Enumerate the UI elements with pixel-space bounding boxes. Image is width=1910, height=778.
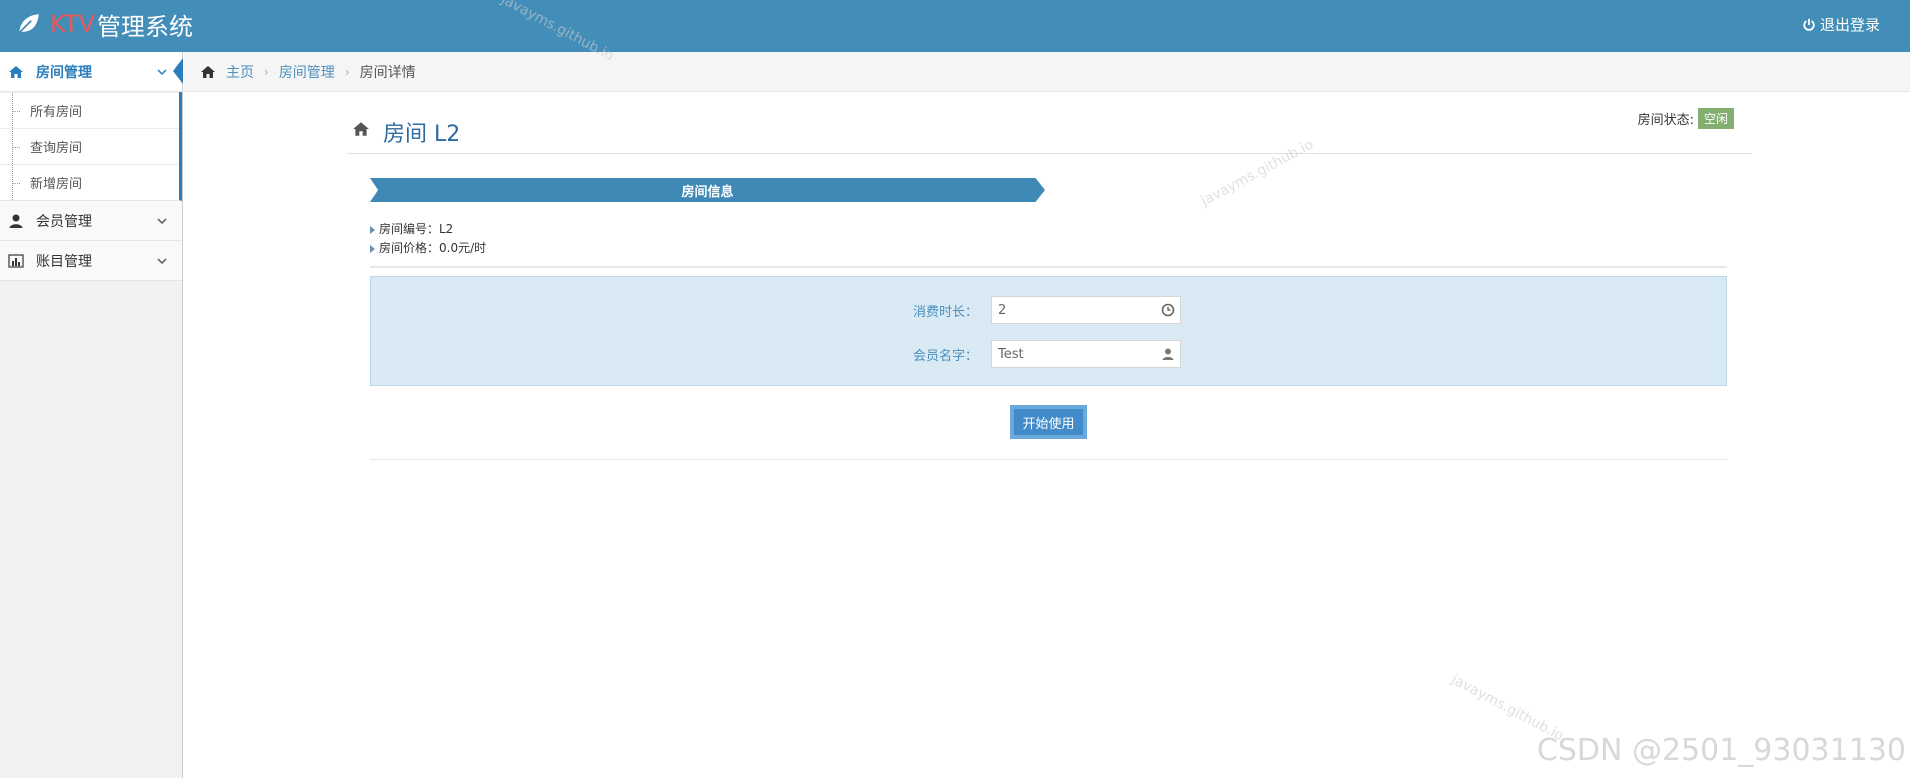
- sidebar: 房间管理 所有房间 查询房间 新增房间 会员管理 账目管理: [0, 52, 183, 778]
- clock-icon: [1161, 303, 1175, 317]
- room-info-list: 房间编号：L2 房间价格：0.0元/时: [370, 220, 486, 258]
- divider: [370, 266, 1727, 268]
- user-icon: [1162, 348, 1174, 360]
- sidebar-item-member-management[interactable]: 会员管理: [0, 201, 182, 241]
- info-text: 房间价格：0.0元/时: [379, 241, 487, 255]
- breadcrumb-section-link[interactable]: 房间管理: [279, 62, 335, 82]
- sidebar-item-account-management[interactable]: 账目管理: [0, 241, 182, 281]
- breadcrumb-home-link[interactable]: 主页: [226, 62, 254, 82]
- room-info-ribbon: 房间信息: [370, 178, 1045, 202]
- sidebar-item-label: 房间管理: [36, 64, 92, 81]
- logout-button[interactable]: 退出登录: [1802, 14, 1880, 35]
- sidebar-item-label: 账目管理: [36, 253, 92, 270]
- home-icon: [353, 122, 369, 136]
- member-name-input[interactable]: [991, 340, 1181, 368]
- user-icon: [9, 214, 23, 228]
- csdn-watermark: CSDN @2501_93031130: [1536, 733, 1906, 768]
- ribbon-label: 房间信息: [681, 184, 734, 200]
- top-navbar: KTV 管理系统 退出登录: [0, 0, 1910, 52]
- sidebar-subitem-all-rooms[interactable]: 所有房间: [0, 92, 179, 128]
- info-text: 房间编号：L2: [379, 222, 454, 236]
- subitem-label: 新增房间: [30, 177, 83, 192]
- divider: [370, 459, 1727, 460]
- breadcrumb-separator: ›: [264, 64, 269, 79]
- room-submenu: 所有房间 查询房间 新增房间: [0, 92, 182, 201]
- home-icon: [9, 65, 23, 78]
- chevron-down-icon: [157, 257, 167, 264]
- breadcrumb: 主页 › 房间管理 › 房间详情: [184, 52, 1910, 92]
- duration-label: 消费时长：: [912, 304, 978, 320]
- subitem-label: 所有房间: [30, 105, 83, 120]
- start-use-button[interactable]: 开始使用: [1010, 405, 1087, 439]
- page-title: 房间 L2: [383, 122, 461, 147]
- sidebar-item-label: 会员管理: [36, 213, 92, 230]
- brand-title: 管理系统: [96, 12, 193, 41]
- sidebar-subitem-search-rooms[interactable]: 查询房间: [0, 128, 179, 164]
- bar-chart-icon: [8, 253, 24, 268]
- logout-label: 退出登录: [1819, 16, 1880, 34]
- info-row-room-number: 房间编号：L2: [370, 220, 486, 239]
- status-badge: 空闲: [1697, 108, 1734, 129]
- power-icon: [1803, 18, 1815, 31]
- breadcrumb-current: 房间详情: [359, 64, 416, 81]
- home-icon: [201, 65, 215, 78]
- room-status: 房间状态: 空闲: [1638, 108, 1734, 129]
- breadcrumb-separator: ›: [344, 64, 350, 79]
- status-label: 房间状态:: [1637, 113, 1694, 128]
- duration-input[interactable]: [991, 296, 1181, 324]
- subitem-label: 查询房间: [30, 141, 83, 156]
- sidebar-item-room-management[interactable]: 房间管理: [0, 52, 183, 92]
- info-row-room-price: 房间价格：0.0元/时: [370, 239, 486, 258]
- usage-form: 消费时长： 会员名字：: [370, 276, 1727, 386]
- member-label: 会员名字：: [912, 348, 978, 364]
- form-row-member: 会员名字：: [371, 339, 1726, 369]
- brand-ktv: KTV: [50, 10, 95, 38]
- leaf-icon: [18, 14, 39, 34]
- page-header: 房间 L2 房间状态: 空闲: [347, 108, 1752, 154]
- chevron-down-icon: [157, 217, 167, 224]
- brand[interactable]: KTV 管理系统: [16, 6, 193, 42]
- caret-right-icon: [370, 225, 375, 234]
- sidebar-subitem-add-room[interactable]: 新增房间: [0, 164, 179, 200]
- chevron-down-icon: [157, 68, 167, 75]
- caret-right-icon: [370, 244, 375, 253]
- form-row-duration: 消费时长：: [371, 295, 1726, 325]
